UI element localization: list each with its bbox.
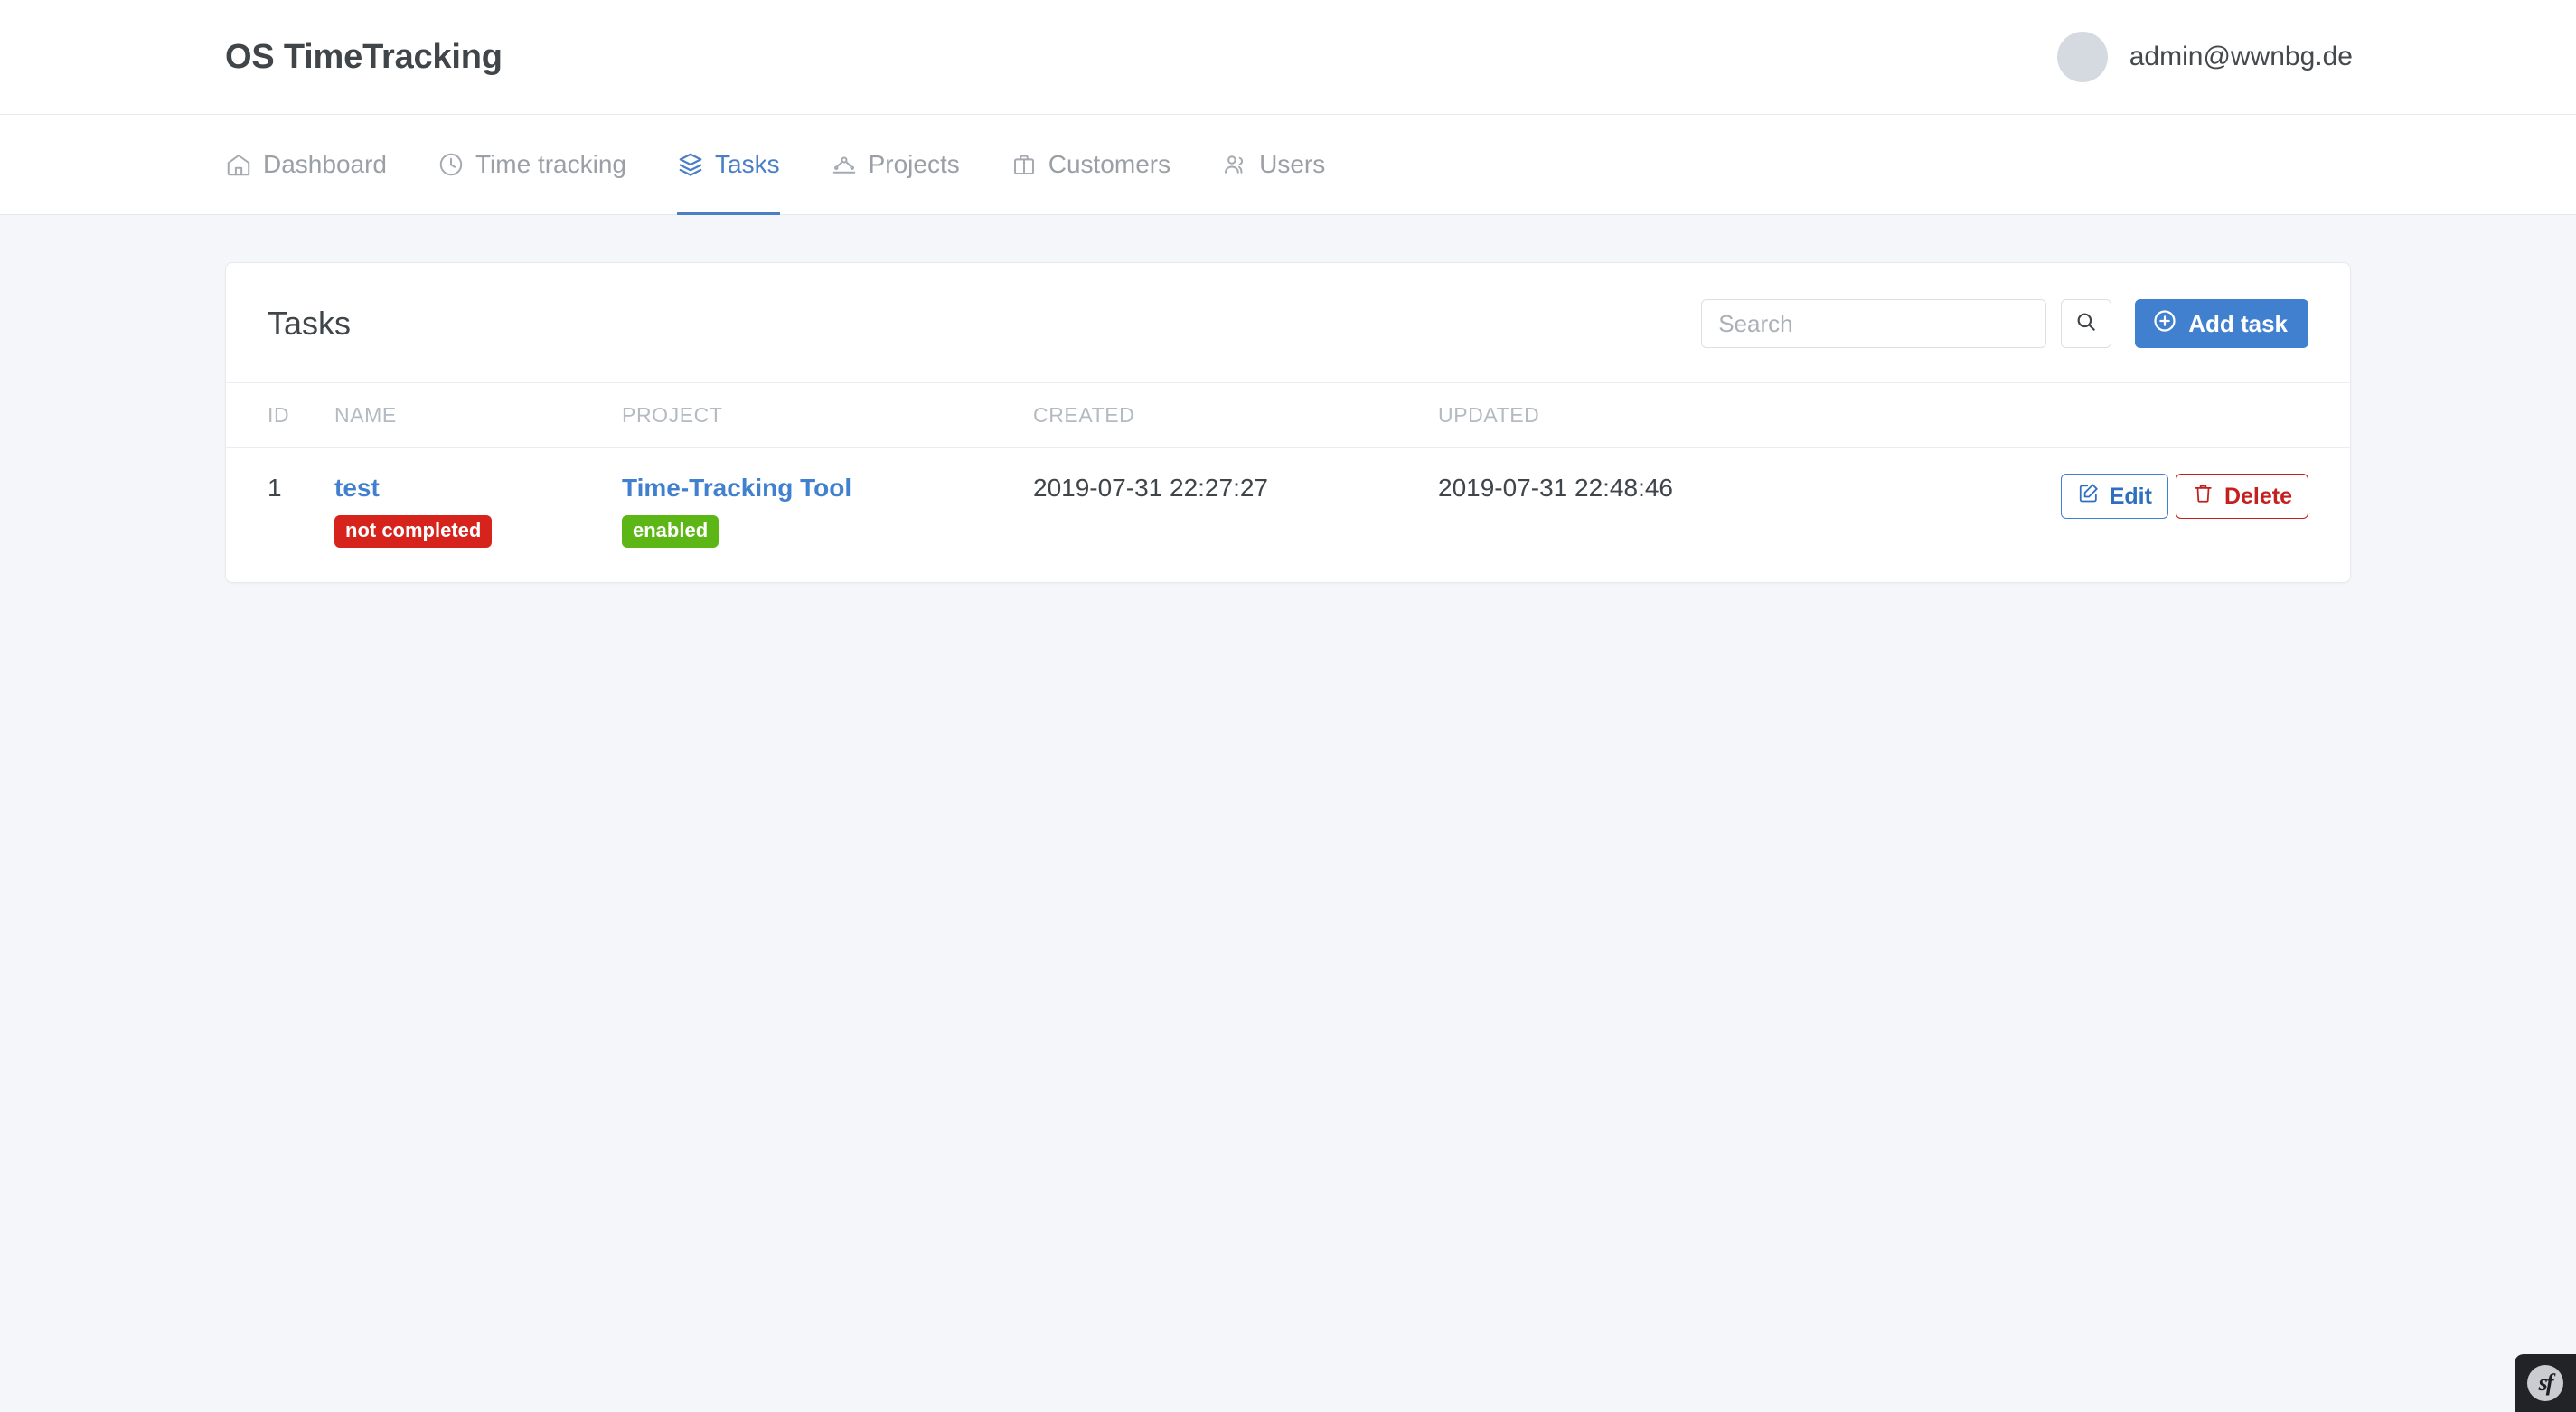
cell-id: 1	[226, 448, 334, 583]
cell-created: 2019-07-31 22:27:27	[1033, 448, 1438, 583]
row-actions: Edit Delete	[2025, 474, 2308, 519]
add-task-button[interactable]: Add task	[2135, 299, 2308, 348]
project-status-badge-wrap: enabled	[622, 503, 1033, 548]
brand-title: OS TimeTracking	[225, 38, 503, 77]
task-status-badge-wrap: not completed	[334, 503, 622, 548]
edit-button[interactable]: Edit	[2061, 474, 2168, 519]
nav-label: Users	[1259, 150, 1325, 179]
column-header-project: PROJECT	[622, 383, 1033, 448]
symfony-logo-icon: sf	[2527, 1365, 2563, 1401]
nav-item-time-tracking[interactable]: Time tracking	[412, 115, 652, 214]
nav-list: Dashboard Time tracking Tasks	[225, 115, 1350, 214]
trash-icon	[2192, 482, 2214, 511]
updated-timestamp: 2019-07-31 22:48:46	[1438, 474, 1673, 502]
briefcase-icon	[1011, 151, 1038, 178]
table-body: 1 test not completed Time-Tracking Tool …	[226, 448, 2350, 583]
users-icon	[1221, 151, 1248, 178]
clock-icon	[437, 151, 465, 178]
table-row: 1 test not completed Time-Tracking Tool …	[226, 448, 2350, 583]
nav-item-customers[interactable]: Customers	[985, 115, 1196, 214]
tasks-card: Tasks	[225, 262, 2351, 583]
nav-item-projects[interactable]: Projects	[805, 115, 985, 214]
tasks-table: ID NAME PROJECT CREATED UPDATED 1 test	[226, 382, 2350, 582]
delete-label: Delete	[2224, 484, 2292, 510]
cell-actions: Edit Delete	[2025, 448, 2350, 583]
symfony-toolbar-badge[interactable]: sf	[2515, 1354, 2576, 1412]
edit-label: Edit	[2110, 484, 2152, 510]
nav-label: Dashboard	[263, 150, 387, 179]
column-header-name: NAME	[334, 383, 622, 448]
avatar	[2057, 32, 2108, 82]
cell-project: Time-Tracking Tool enabled	[622, 448, 1033, 583]
cell-updated: 2019-07-31 22:48:46	[1438, 448, 2025, 583]
status-badge: not completed	[334, 515, 492, 548]
page-title: Tasks	[268, 305, 351, 343]
project-icon	[831, 151, 858, 178]
plus-circle-icon	[2152, 308, 2177, 340]
nav-item-users[interactable]: Users	[1196, 115, 1350, 214]
main-nav: Dashboard Time tracking Tasks	[0, 115, 2576, 215]
nav-label: Tasks	[715, 150, 780, 179]
task-id: 1	[268, 474, 282, 502]
add-task-label: Add task	[2188, 310, 2288, 338]
home-icon	[225, 151, 252, 178]
cell-name: test not completed	[334, 448, 622, 583]
column-header-id: ID	[226, 383, 334, 448]
nav-item-tasks[interactable]: Tasks	[652, 115, 805, 214]
project-link[interactable]: Time-Tracking Tool	[622, 474, 851, 503]
user-email: admin@wwnbg.de	[2129, 42, 2353, 72]
column-header-updated: UPDATED	[1438, 383, 2025, 448]
search-button[interactable]	[2061, 299, 2111, 348]
created-timestamp: 2019-07-31 22:27:27	[1033, 474, 1268, 502]
search-icon	[2074, 310, 2098, 338]
app-header: OS TimeTracking admin@wwnbg.de	[0, 0, 2576, 115]
table-header-row: ID NAME PROJECT CREATED UPDATED	[226, 383, 2350, 448]
search-input[interactable]	[1701, 299, 2046, 348]
nav-label: Time tracking	[475, 150, 626, 179]
nav-item-dashboard[interactable]: Dashboard	[225, 115, 412, 214]
layers-icon	[677, 151, 704, 178]
project-status-badge: enabled	[622, 515, 719, 548]
pencil-square-icon	[2077, 482, 2100, 511]
user-menu[interactable]: admin@wwnbg.de	[2057, 32, 2353, 82]
nav-label: Projects	[869, 150, 960, 179]
column-header-actions	[2025, 383, 2350, 448]
delete-button[interactable]: Delete	[2176, 474, 2308, 519]
column-header-created: CREATED	[1033, 383, 1438, 448]
card-toolbar: Add task	[1701, 299, 2308, 348]
page-body: Tasks	[0, 215, 2576, 583]
nav-label: Customers	[1048, 150, 1170, 179]
card-header: Tasks	[226, 263, 2350, 382]
task-name-link[interactable]: test	[334, 474, 380, 503]
table-head: ID NAME PROJECT CREATED UPDATED	[226, 383, 2350, 448]
